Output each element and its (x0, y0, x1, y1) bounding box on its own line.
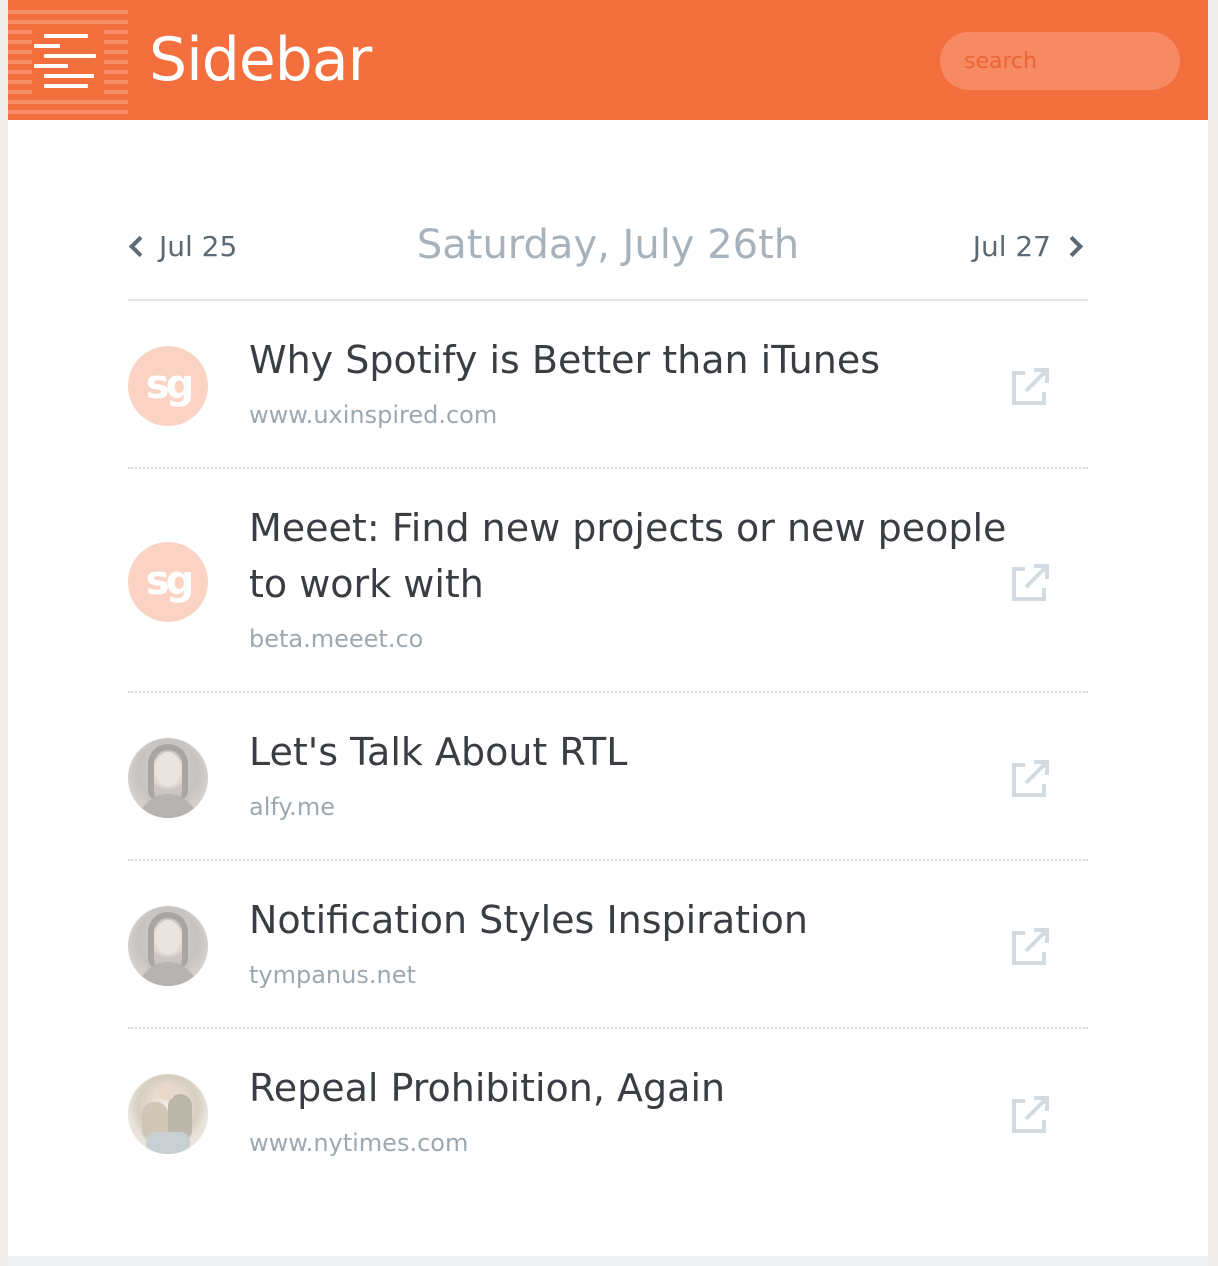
menu-icon[interactable] (8, 4, 128, 116)
avatar-shoulders (138, 962, 198, 986)
menu-line (34, 44, 60, 48)
menu-line (34, 64, 68, 68)
link-title[interactable]: Let's Talk About RTL (249, 724, 1019, 780)
external-link-icon[interactable] (1008, 925, 1052, 969)
search-input[interactable] (940, 32, 1180, 90)
external-link-icon[interactable] (1008, 561, 1052, 605)
avatar (128, 1074, 208, 1154)
avatar (128, 906, 208, 986)
external-link-icon[interactable] (1008, 365, 1052, 409)
app-frame: Sidebar Jul 25 Saturday, July 26th Jul 2… (8, 0, 1208, 1256)
current-date: Saturday, July 26th (416, 222, 800, 268)
list-item: sg Why Spotify is Better than iTunes www… (128, 301, 1088, 469)
external-link-icon[interactable] (1008, 1093, 1052, 1137)
link-domain: alfy.me (249, 793, 335, 821)
sg-logo-icon: sg (145, 558, 194, 604)
header-bar: Sidebar (8, 0, 1208, 120)
link-title[interactable]: Repeal Prohibition, Again (249, 1060, 1019, 1116)
date-navigation: Jul 25 Saturday, July 26th Jul 27 (128, 218, 1088, 282)
link-title[interactable]: Notification Styles Inspiration (249, 892, 1019, 948)
avatar-face (155, 752, 181, 786)
menu-icon-lines (32, 28, 104, 96)
next-day-link[interactable]: Jul 27 (973, 230, 1084, 263)
avatar (128, 738, 208, 818)
list-item: Let's Talk About RTL alfy.me (128, 693, 1088, 861)
next-day-label: Jul 27 (972, 230, 1051, 263)
app-title: Sidebar (149, 25, 372, 95)
link-domain: beta.meeet.co (249, 625, 424, 653)
avatar-figure (158, 1082, 176, 1100)
bottom-strip (8, 1256, 1208, 1266)
chevron-right-icon (1061, 235, 1084, 258)
avatar: sg (128, 542, 208, 622)
link-domain: www.nytimes.com (249, 1129, 469, 1157)
link-title[interactable]: Meeet: Find new projects or new people t… (249, 500, 1019, 612)
avatar-face (155, 920, 181, 954)
link-list: sg Why Spotify is Better than iTunes www… (128, 301, 1088, 1197)
menu-line (44, 74, 94, 78)
menu-line (44, 34, 88, 38)
menu-line (44, 54, 96, 58)
list-item: sg Meeet: Find new projects or new peopl… (128, 469, 1088, 693)
menu-line (44, 84, 88, 88)
sg-logo-icon: sg (145, 362, 194, 408)
list-item: Repeal Prohibition, Again www.nytimes.co… (128, 1029, 1088, 1197)
link-domain: tympanus.net (249, 961, 416, 989)
avatar-shoulders (138, 794, 198, 818)
link-title[interactable]: Why Spotify is Better than iTunes (249, 332, 1019, 388)
list-item: Notification Styles Inspiration tympanus… (128, 861, 1088, 1029)
avatar-figure (146, 1132, 190, 1154)
avatar: sg (128, 346, 208, 426)
link-domain: www.uxinspired.com (249, 401, 498, 429)
external-link-icon[interactable] (1008, 757, 1052, 801)
